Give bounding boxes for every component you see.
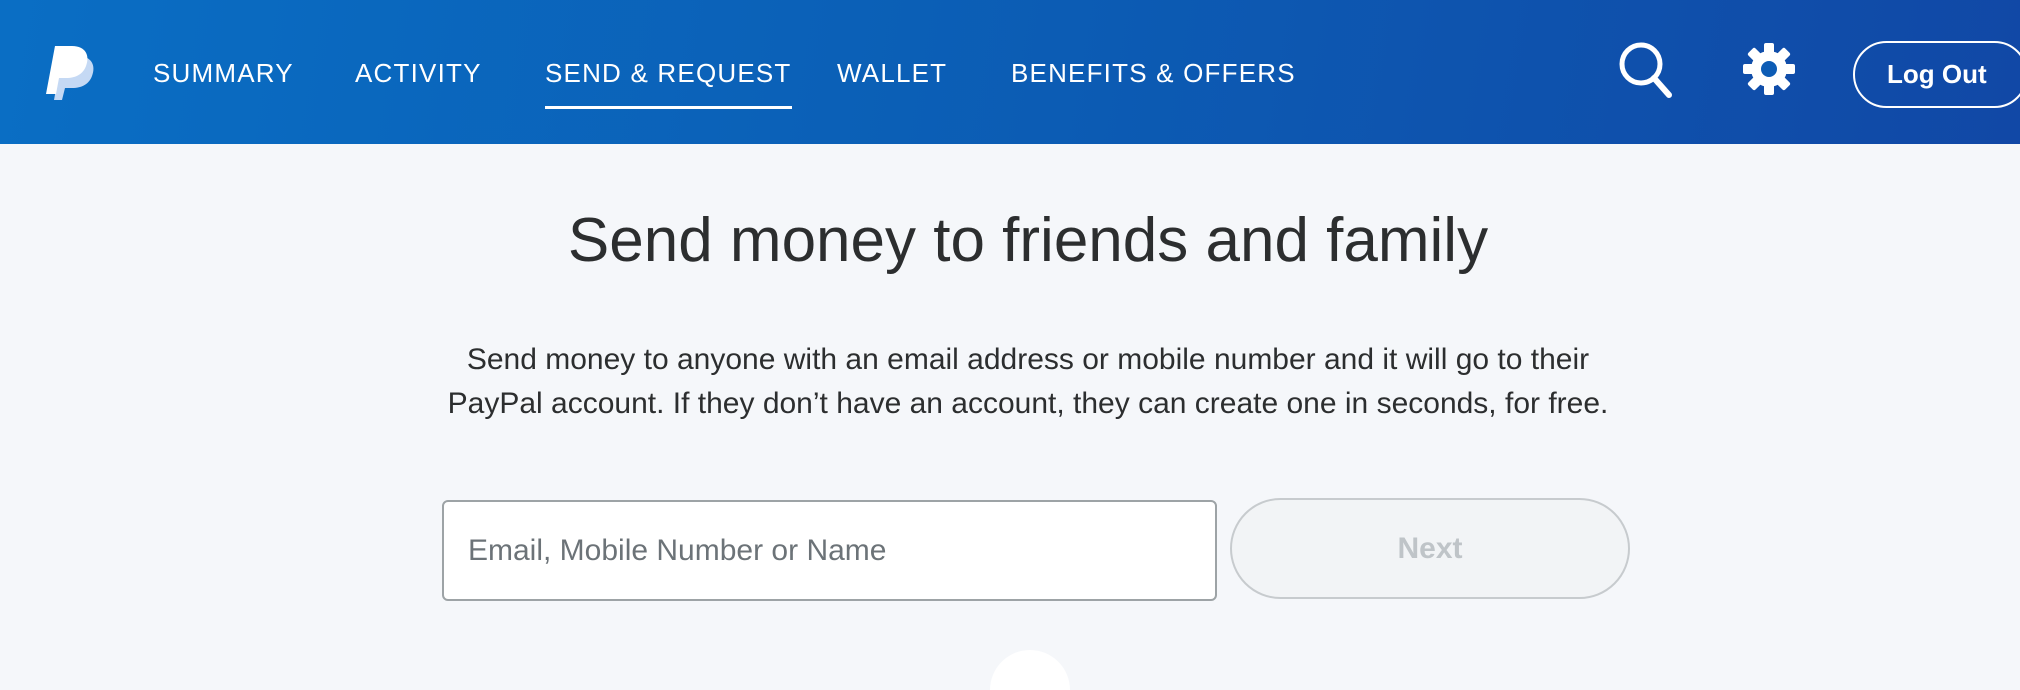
- description-line-1: Send money to anyone with an email addre…: [466, 343, 1590, 376]
- recipient-input[interactable]: [442, 500, 1217, 601]
- nav-activity[interactable]: ACTIVITY: [355, 58, 482, 89]
- page-title: Send money to friends and family: [567, 206, 1489, 275]
- search-icon[interactable]: [1617, 40, 1673, 98]
- nav-benefits-offers[interactable]: BENEFITS & OFFERS: [1011, 58, 1296, 89]
- top-nav-bar: SUMMARY ACTIVITY SEND & REQUEST WALLET B…: [0, 0, 2020, 144]
- paypal-logo-icon[interactable]: [40, 42, 96, 102]
- nav-send-request[interactable]: SEND & REQUEST: [545, 58, 792, 109]
- partial-card-edge: [990, 650, 1070, 690]
- next-button[interactable]: Next: [1230, 498, 1630, 599]
- page-description: Send money to anyone with an email addre…: [0, 338, 2020, 426]
- logout-button[interactable]: Log Out: [1853, 41, 2020, 108]
- gear-icon[interactable]: [1742, 42, 1796, 96]
- description-line-2: PayPal account. If they don’t have an ac…: [447, 387, 1609, 420]
- nav-wallet[interactable]: WALLET: [837, 58, 947, 89]
- nav-summary[interactable]: SUMMARY: [153, 58, 294, 89]
